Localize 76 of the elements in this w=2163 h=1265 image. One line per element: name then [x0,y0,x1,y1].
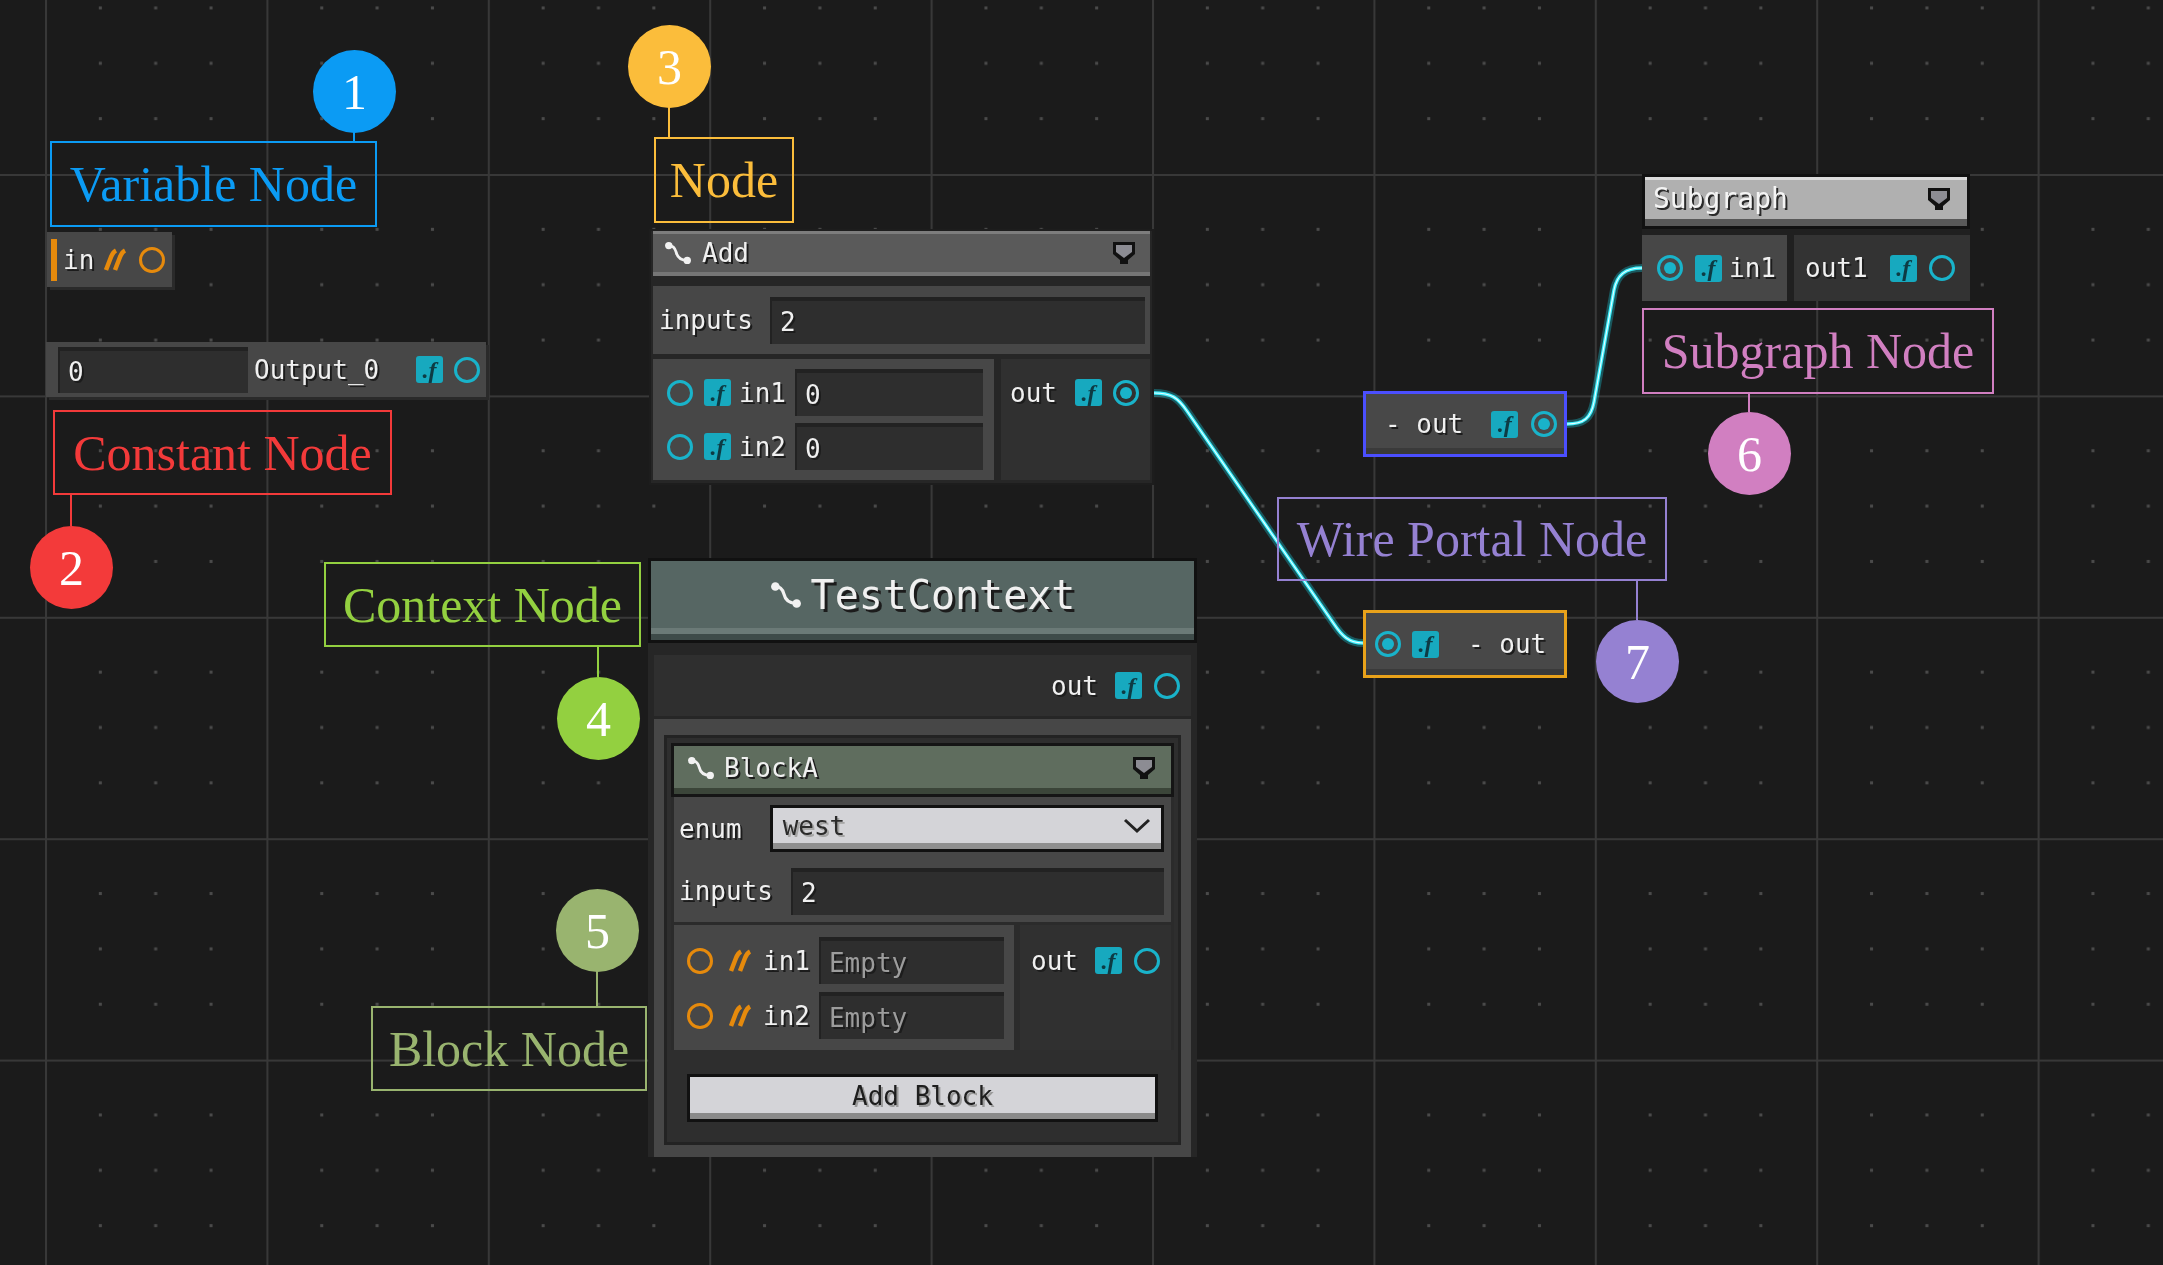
type-tag: .f [1889,254,1917,282]
ring-icon[interactable] [139,246,165,273]
port-label: out [1010,379,1057,406]
callout-label: Subgraph Node [1642,308,1994,394]
type-tag: .f [1074,379,1102,406]
port-label: in2 [739,433,786,460]
caret-icon[interactable] [1113,242,1135,264]
connector-icon [769,580,802,609]
callout-label: Wire Portal Node [1277,497,1667,581]
callout-label: Variable Node [50,141,377,227]
ring-icon[interactable] [667,379,693,406]
port-label: in1 [739,379,786,406]
type-tag: .f [416,356,443,383]
connector-icon [664,241,692,265]
callout-label: Constant Node [53,410,392,495]
add-block-button[interactable]: Add Block [687,1074,1158,1122]
field-label: enum [679,815,742,842]
type-tag: .f [704,433,731,460]
chevron-down-icon [1123,818,1151,834]
leader-line [1636,581,1638,620]
port-label: in1 [763,947,810,974]
type-tag: .f [704,379,731,406]
port-label: - out [1385,411,1464,437]
quote-icon [728,948,752,973]
ring-icon[interactable] [454,356,480,383]
quote-icon [728,1003,752,1028]
stripe-icon [51,238,57,281]
leader-line [597,647,599,677]
callout-label: Block Node [371,1006,647,1091]
port-label: in2 [763,1002,810,1029]
ring-dot-icon[interactable] [1112,379,1139,406]
node-title: Subgraph [1653,185,1788,213]
type-tag: .f [1094,947,1122,974]
port-label: - out [1468,631,1547,657]
type-tag: .f [1115,672,1142,699]
port-label: in [63,246,95,273]
port-label: Output_0 [254,356,380,383]
callout-label: Node [654,137,794,223]
text-field[interactable]: Empty [818,937,1004,984]
number-field[interactable]: 2 [769,296,1145,344]
ring-icon[interactable] [687,947,713,974]
type-tag: .f [1491,410,1519,438]
leader-line [70,495,72,526]
ring-icon[interactable] [1133,947,1160,974]
callout-label: Context Node [324,562,641,647]
node-title: Add [702,240,749,266]
enum-dropdown[interactable]: west [769,805,1164,852]
leader-line [668,107,670,137]
connector-icon [687,756,715,780]
quote-icon [103,247,128,272]
ring-dot-icon[interactable] [1657,255,1683,281]
ring-icon[interactable] [667,433,693,460]
node-title: BlockA [724,755,818,781]
value-field[interactable]: 0 [794,423,983,470]
value-field[interactable]: 0 [794,369,983,416]
ring-dot-icon[interactable] [1531,411,1558,437]
port-label: out1 [1805,255,1868,281]
node-title: TestContext [810,574,1076,615]
caret-icon[interactable] [1133,757,1155,779]
value-field[interactable]: 0 [58,346,248,393]
ring-icon[interactable] [1154,672,1180,699]
field-label: inputs [679,878,773,904]
ring-icon[interactable] [1928,255,1955,281]
leader-line [596,971,598,1006]
port-label: in1 [1729,255,1776,281]
number-field[interactable]: 2 [790,867,1164,915]
text-field[interactable]: Empty [818,992,1004,1039]
field-label: inputs [659,307,753,333]
leader-line [1748,394,1750,412]
port-label: out [1031,947,1078,974]
type-tag: .f [1412,630,1439,658]
ring-dot-icon[interactable] [1375,631,1401,657]
type-tag: .f [1695,254,1722,282]
caret-icon[interactable] [1928,188,1950,210]
port-label: out [1051,672,1098,699]
ring-icon[interactable] [687,1002,713,1029]
